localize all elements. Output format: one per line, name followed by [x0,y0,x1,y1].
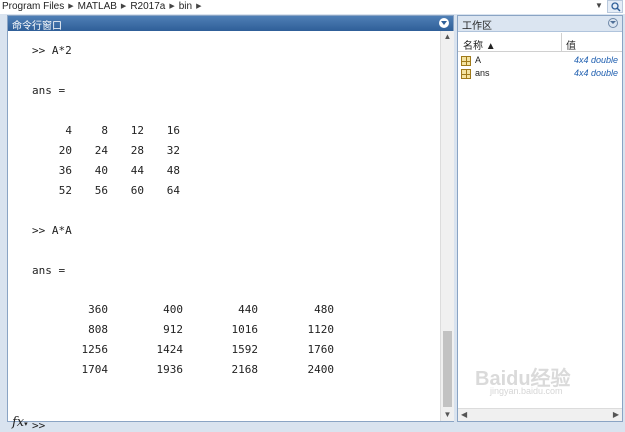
matrix-cell: 400 [163,303,183,316]
matrix-cell: 2400 [307,363,335,376]
workspace-hscrollbar[interactable]: ◀ ▶ [458,408,622,421]
matrix-cell: 16 [166,124,180,137]
variable-value: 4x4 double [573,68,618,78]
matrix-cell: 48 [166,164,180,177]
matrix-cell: 28 [130,144,144,157]
matrix-cell: 1256 [81,343,109,356]
workspace-title: 工作区 [462,21,492,32]
variable-value: 4x4 double [573,55,618,65]
dropdown-icon[interactable]: ▼ [595,1,603,10]
workspace-variable-row[interactable]: A 4x4 double [458,55,622,68]
variable-icon [461,69,471,79]
scroll-left-icon[interactable]: ◀ [461,410,467,419]
matrix-cell: 440 [238,303,258,316]
scroll-thumb[interactable] [443,331,452,407]
matrix-cell: 1120 [307,323,335,336]
variable-name: ans [475,68,490,78]
scroll-right-icon[interactable]: ▶ [613,410,619,419]
workspace-titlebar: 工作区 [458,16,622,32]
matrix-cell: 912 [163,323,183,336]
matrix-cell: 64 [166,184,180,197]
ans-label: ans = [32,84,66,97]
breadcrumb: Program Files ▶ MATLAB ▶ R2017a ▶ bin ▶ [2,1,205,12]
matrix-cell: 52 [58,184,72,197]
matrix-cell: 8 [101,124,108,137]
console-output[interactable]: >> A*2 ans = 4 8 12 16 20 24 28 32 36 40… [8,31,440,432]
matrix-cell: 1760 [307,343,335,356]
workspace-panel[interactable]: 工作区 名称 ▲ 值 A 4x4 double ans 4x4 double ◀… [457,15,623,422]
matrix-cell: 360 [88,303,108,316]
variable-name: A [475,55,482,65]
command-prompt-input[interactable]: >> [32,419,45,432]
scroll-down-icon[interactable]: ▼ [441,409,454,421]
matrix-cell: 1704 [81,363,109,376]
search-icon [611,2,621,12]
matrix-cell: 40 [94,164,108,177]
chevron-right-icon[interactable]: ▶ [196,3,201,10]
ans-label: ans = [32,264,66,277]
variable-icon [461,56,471,66]
column-divider[interactable] [561,33,562,51]
breadcrumb-item[interactable]: bin [179,1,192,12]
matrix-cell: 12 [130,124,144,137]
matrix-cell: 808 [88,323,108,336]
chevron-right-icon: ▶ [68,3,74,10]
command-window-scrollbar[interactable]: ▲ ▼ [440,31,454,421]
scroll-up-icon[interactable]: ▲ [441,31,454,43]
column-header-name[interactable]: 名称 ▲ [463,37,496,52]
fx-icon[interactable]: fx▾ [12,415,28,430]
matrix-cell: 2168 [231,363,259,376]
matrix-cell: 1016 [231,323,259,336]
command-line: >> A*A [32,224,72,237]
watermark-url: jingyan.baidu.com [490,386,563,396]
collapse-icon[interactable] [608,18,618,28]
breadcrumb-item[interactable]: Program Files [2,1,64,12]
matrix-cell: 60 [130,184,144,197]
matrix-cell: 36 [58,164,72,177]
command-window-title: 命令行窗口 [12,21,62,32]
matrix-cell: 20 [58,144,72,157]
matrix-cell: 1592 [231,343,259,356]
matrix-cell: 32 [166,144,180,157]
matrix-cell: 1424 [156,343,184,356]
command-window[interactable]: 命令行窗口 >> A*2 ans = 4 8 12 16 20 24 28 32… [7,15,454,432]
matrix-cell: 4 [65,124,72,137]
command-line: >> A*2 [32,44,72,57]
matrix-cell: 1936 [156,363,184,376]
matrix-cell: 480 [314,303,334,316]
collapse-icon[interactable] [439,18,449,28]
matrix-cell: 56 [94,184,108,197]
address-bar: Program Files ▶ MATLAB ▶ R2017a ▶ bin ▶ ▼ [0,0,625,14]
matrix-cell: 44 [130,164,144,177]
chevron-right-icon: ▶ [169,3,175,10]
search-button[interactable] [607,0,623,13]
workspace-variable-row[interactable]: ans 4x4 double [458,68,622,81]
chevron-right-icon: ▶ [120,3,127,10]
command-window-titlebar: 命令行窗口 [8,16,453,32]
breadcrumb-item[interactable]: MATLAB [78,1,117,12]
workspace-header: 名称 ▲ 值 [458,33,622,52]
matrix-cell: 24 [94,144,108,157]
breadcrumb-item[interactable]: R2017a [130,1,165,12]
column-header-value[interactable]: 值 [566,37,576,52]
